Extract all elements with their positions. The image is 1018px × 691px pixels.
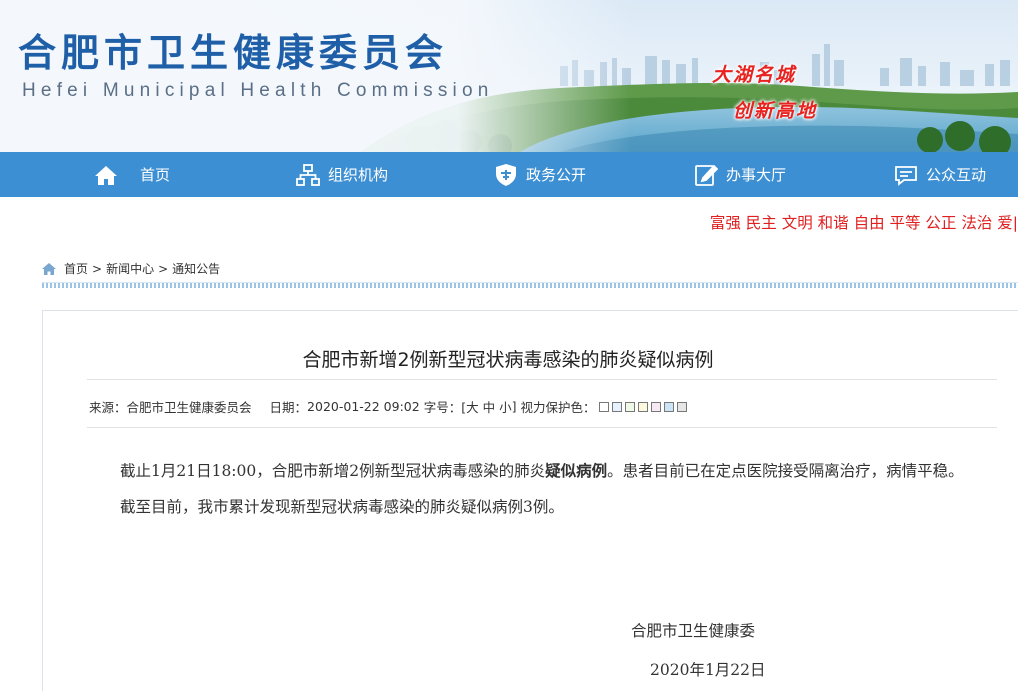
nav-item-label: 组织机构 — [328, 166, 389, 184]
shield-icon — [494, 163, 518, 187]
breadcrumb: 首页 > 新闻中心 > 通知公告 — [42, 260, 220, 277]
font-size-medium[interactable]: 中 — [483, 397, 496, 416]
home-icon — [94, 163, 118, 187]
paragraph-bold-text: 疑似病例 — [545, 461, 608, 480]
font-size-small[interactable]: 小 — [499, 397, 512, 416]
meta-divider-top — [87, 379, 997, 380]
nav-item-label: 政务公开 — [526, 166, 587, 184]
meta-divider-bottom — [87, 427, 997, 428]
source-label: 来源： — [89, 400, 127, 415]
breadcrumb-separator: > — [92, 261, 103, 276]
font-size-bracket: ] — [511, 399, 517, 414]
article-body: 截止1月21日18:00，合肥市新增2例新型冠状病毒感染的肺炎疑似病例。患者目前… — [89, 453, 999, 525]
breadcrumb-home-icon — [42, 262, 56, 275]
eye-color-swatch[interactable] — [663, 401, 674, 412]
edit-icon — [694, 163, 718, 187]
header-banner: 合肥市卫生健康委员会 Hefei Municipal Health Commis… — [0, 0, 1018, 152]
paragraph-text: 。患者目前已在定点医院接受隔离治疗，病情平稳。 — [607, 462, 964, 480]
breadcrumb-home-link[interactable]: 首页 — [64, 260, 88, 277]
eye-color-swatch[interactable] — [624, 401, 635, 412]
chat-icon — [894, 163, 918, 187]
nav-item-label: 首页 — [140, 166, 171, 184]
signature-date: 2020年1月22日 — [650, 661, 766, 679]
article-meta: 来源： 合肥市卫生健康委员会 日期： 2020-01-22 09:02 字号：[… — [89, 397, 687, 416]
eye-color-swatch[interactable] — [598, 401, 609, 412]
slogan-line-1: 大湖名城 — [712, 64, 797, 86]
slogan-line-2: 创新高地 — [733, 100, 818, 122]
font-size-label: 字号：[ — [423, 400, 467, 415]
core-values-ticker: 富强 民主 文明 和谐 自由 平等 公正 法治 爱| — [709, 214, 1018, 232]
eye-color-swatch[interactable] — [611, 401, 622, 412]
date-value: 2020-01-22 09:02 — [307, 399, 420, 414]
breadcrumb-separator: > — [158, 261, 169, 276]
site-subtitle: Hefei Municipal Health Commission — [22, 80, 494, 101]
eye-protect-label: 视力保护色： — [520, 400, 596, 415]
org-chart-icon — [296, 163, 320, 187]
nav-item-label: 公众互动 — [926, 166, 987, 184]
nav-item-organization[interactable]: 组织机构 — [296, 152, 388, 197]
article-panel: 合肥市新增2例新型冠状病毒感染的肺炎疑似病例 来源： 合肥市卫生健康委员会 日期… — [42, 310, 1018, 691]
paragraph-text: 截止1月21日18:00，合肥市新增2例新型冠状病毒感染的肺炎 — [120, 462, 546, 480]
main-navigation: 首页 组织机构 政务公开 办事大厅 公众互动 — [0, 152, 1018, 197]
eye-color-swatch[interactable] — [637, 401, 648, 412]
nav-item-public-interaction[interactable]: 公众互动 — [894, 152, 986, 197]
article-paragraph: 截止1月21日18:00，合肥市新增2例新型冠状病毒感染的肺炎疑似病例。患者目前… — [89, 453, 999, 489]
signature-organization: 合肥市卫生健康委 — [631, 622, 756, 640]
nav-item-government-affairs[interactable]: 政务公开 — [494, 152, 586, 197]
breadcrumb-news-link[interactable]: 新闻中心 — [106, 260, 154, 277]
site-title: 合肥市卫生健康委员会 — [18, 31, 449, 75]
eye-color-swatch[interactable] — [650, 401, 661, 412]
source-value: 合肥市卫生健康委员会 — [126, 400, 252, 415]
article-title: 合肥市新增2例新型冠状病毒感染的肺炎疑似病例 — [302, 349, 714, 371]
font-size-large[interactable]: 大 — [466, 397, 479, 416]
date-label: 日期： — [269, 400, 308, 415]
breadcrumb-notice-link[interactable]: 通知公告 — [172, 260, 220, 277]
nav-item-service-hall[interactable]: 办事大厅 — [694, 152, 786, 197]
breadcrumb-divider — [42, 282, 1018, 288]
article-paragraph: 截至目前，我市累计发现新型冠状病毒感染的肺炎疑似病例3例。 — [120, 498, 564, 516]
eye-color-swatch[interactable] — [676, 401, 687, 412]
nav-item-label: 办事大厅 — [726, 166, 787, 184]
nav-item-home[interactable]: 首页 — [94, 152, 170, 197]
